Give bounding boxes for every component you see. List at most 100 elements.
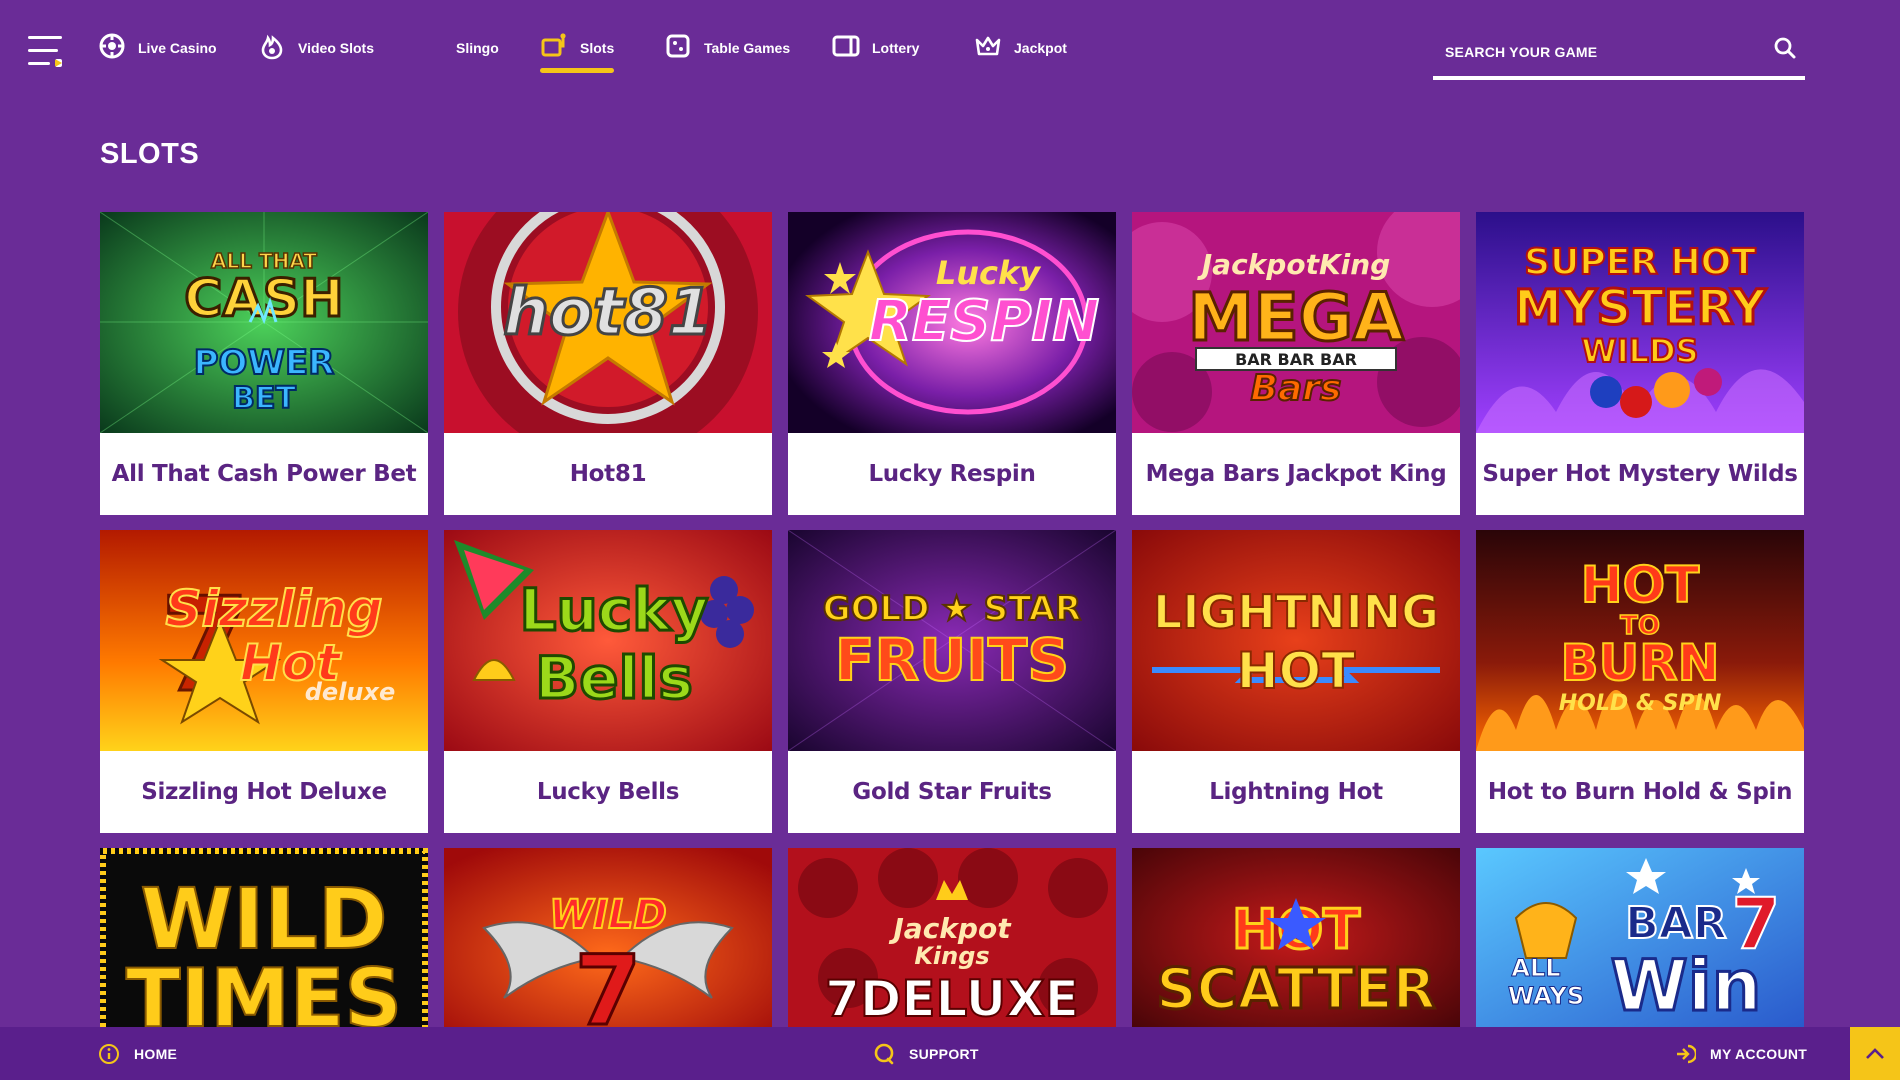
top-navigation: Live Casino Video Slots Slingo Slots Tab… xyxy=(0,0,1900,100)
game-title-bar: Sizzling Hot Deluxe xyxy=(100,751,428,833)
game-thumbnail: BAR 7 ALL WAYS Win xyxy=(1476,848,1804,1027)
game-card[interactable]: WILD 7 xyxy=(444,848,772,1027)
game-card[interactable]: JackpotKing MEGA BAR BAR BAR Bars Mega B… xyxy=(1132,212,1460,515)
scroll-to-top-button[interactable] xyxy=(1850,1027,1900,1080)
svg-text:Jackpot: Jackpot xyxy=(888,912,1012,945)
game-card[interactable]: ALL THAT CASH POWER BET All That Cash Po… xyxy=(100,212,428,515)
game-title: Super Hot Mystery Wilds xyxy=(1482,461,1798,487)
game-thumbnail: JackpotKing MEGA BAR BAR BAR Bars xyxy=(1132,212,1460,433)
nav-item-slots[interactable]: Slots xyxy=(540,30,615,74)
game-card[interactable]: BAR 7 ALL WAYS Win xyxy=(1476,848,1804,1027)
game-title-bar: Lightning Hot xyxy=(1132,751,1460,833)
nav-item-lottery[interactable]: Lottery xyxy=(832,30,919,74)
svg-text:MEGA: MEGA xyxy=(1188,279,1404,356)
svg-text:POWER: POWER xyxy=(194,343,335,383)
svg-text:BURN: BURN xyxy=(1560,634,1719,692)
nav-label: Video Slots xyxy=(298,40,374,56)
game-title: Hot81 xyxy=(569,461,647,487)
search-icon[interactable] xyxy=(1773,36,1797,60)
game-title-bar: Super Hot Mystery Wilds xyxy=(1476,433,1804,515)
support-link[interactable]: SUPPORT xyxy=(873,1027,979,1080)
slot-machine-icon xyxy=(541,33,566,57)
svg-text:BAR BAR BAR: BAR BAR BAR xyxy=(1235,350,1357,369)
svg-text:SUPER HOT: SUPER HOT xyxy=(1524,242,1756,283)
svg-text:MYSTERY: MYSTERY xyxy=(1514,280,1767,336)
game-thumbnail: Jackpot Kings 7DELUXE xyxy=(788,848,1116,1027)
game-thumbnail: LIGHTNING HOT xyxy=(1132,530,1460,751)
nav-item-slingo[interactable]: Slingo xyxy=(456,30,499,74)
game-title-bar: Hot81 xyxy=(444,433,772,515)
dice-icon xyxy=(666,34,690,58)
game-title-bar: Hot to Burn Hold & Spin xyxy=(1476,751,1804,833)
game-card[interactable]: LIGHTNING HOT Lightning Hot xyxy=(1132,530,1460,833)
my-account-link[interactable]: MY ACCOUNT xyxy=(1674,1027,1807,1080)
game-card[interactable]: hot81 Hot81 xyxy=(444,212,772,515)
game-title-bar: Lucky Bells xyxy=(444,751,772,833)
active-tab-indicator xyxy=(540,68,615,73)
account-label: MY ACCOUNT xyxy=(1710,1045,1808,1062)
svg-text:BAR: BAR xyxy=(1625,898,1726,949)
search-input[interactable] xyxy=(1445,38,1745,66)
nav-item-live-casino[interactable]: Live Casino xyxy=(98,30,217,74)
crown-icon xyxy=(975,36,1001,56)
game-card[interactable]: GOLD ★ STAR FRUITS Gold Star Fruits xyxy=(788,530,1116,833)
nav-item-video-slots[interactable]: Video Slots xyxy=(258,30,374,74)
game-thumbnail: HOT SCATTER xyxy=(1132,848,1460,1027)
game-card[interactable]: WILD TIMES xyxy=(100,848,428,1027)
svg-text:WILDS: WILDS xyxy=(1581,332,1698,370)
svg-text:HOT: HOT xyxy=(1237,642,1355,700)
game-thumbnail: HOT TO BURN HOLD & SPIN xyxy=(1476,530,1804,751)
svg-text:GOLD ★ STAR: GOLD ★ STAR xyxy=(823,589,1081,629)
nav-label: Table Games xyxy=(704,40,791,56)
game-card[interactable]: HOT TO BURN HOLD & SPIN Hot to Burn Hold… xyxy=(1476,530,1804,833)
game-thumbnail: ALL THAT CASH POWER BET xyxy=(100,212,428,433)
svg-text:LIGHTNING: LIGHTNING xyxy=(1153,585,1439,639)
game-title: Lightning Hot xyxy=(1209,779,1383,805)
svg-text:Sizzling: Sizzling xyxy=(165,580,382,638)
game-title-bar: Gold Star Fruits xyxy=(788,751,1116,833)
game-card[interactable]: SUPER HOT MYSTERY WILDS Super Hot Myster… xyxy=(1476,212,1804,515)
svg-text:RESPIN: RESPIN xyxy=(869,289,1099,354)
support-label: SUPPORT xyxy=(909,1045,979,1062)
svg-text:SCATTER: SCATTER xyxy=(1156,957,1435,1022)
game-card[interactable]: Lucky RESPIN Lucky Respin xyxy=(788,212,1116,515)
svg-text:hot81: hot81 xyxy=(503,276,712,350)
info-icon xyxy=(99,1043,119,1064)
game-title: Hot to Burn Hold & Spin xyxy=(1487,779,1793,805)
game-title: Gold Star Fruits xyxy=(852,779,1052,805)
svg-text:JackpotKing: JackpotKing xyxy=(1197,248,1390,281)
game-thumbnail: WILD TIMES xyxy=(100,848,428,1027)
nav-label: Slingo xyxy=(456,40,499,56)
svg-text:WAYS: WAYS xyxy=(1508,982,1584,1010)
svg-text:TIMES: TIMES xyxy=(126,952,402,1027)
game-thumbnail: hot81 xyxy=(444,212,772,433)
svg-text:Bells: Bells xyxy=(535,644,693,712)
svg-text:Lucky: Lucky xyxy=(519,576,708,644)
nav-item-table-games[interactable]: Table Games xyxy=(664,30,790,74)
hamburger-menu-icon[interactable] xyxy=(28,34,64,68)
game-card[interactable]: Lucky Bells Lucky Bells xyxy=(444,530,772,833)
search-bar xyxy=(1433,28,1805,80)
game-card[interactable]: 7 Sizzling Hot deluxe Sizzling Hot Delux… xyxy=(100,530,428,833)
game-card[interactable]: HOT SCATTER xyxy=(1132,848,1460,1027)
game-title: Mega Bars Jackpot King xyxy=(1145,461,1447,487)
nav-label: Live Casino xyxy=(138,40,217,56)
svg-text:Kings: Kings xyxy=(914,942,989,970)
nav-item-jackpot[interactable]: Jackpot xyxy=(974,30,1067,74)
home-link[interactable]: HOME xyxy=(98,1027,177,1080)
ticket-icon xyxy=(832,35,860,57)
game-card[interactable]: Jackpot Kings 7DELUXE xyxy=(788,848,1116,1027)
flame-icon xyxy=(261,34,283,60)
svg-text:WILD: WILD xyxy=(549,892,667,938)
home-label: HOME xyxy=(134,1045,178,1062)
roulette-chip-icon xyxy=(99,33,125,59)
svg-text:HOT: HOT xyxy=(1581,556,1699,614)
game-thumbnail: Lucky RESPIN xyxy=(788,212,1116,433)
svg-text:7: 7 xyxy=(575,935,642,1027)
svg-text:Bars: Bars xyxy=(1251,368,1342,409)
chat-bubble-icon xyxy=(874,1043,894,1064)
game-title: Lucky Respin xyxy=(868,461,1036,487)
svg-text:FRUITS: FRUITS xyxy=(835,626,1069,694)
chevron-up-icon xyxy=(1866,1047,1884,1059)
game-title: Sizzling Hot Deluxe xyxy=(141,779,387,805)
